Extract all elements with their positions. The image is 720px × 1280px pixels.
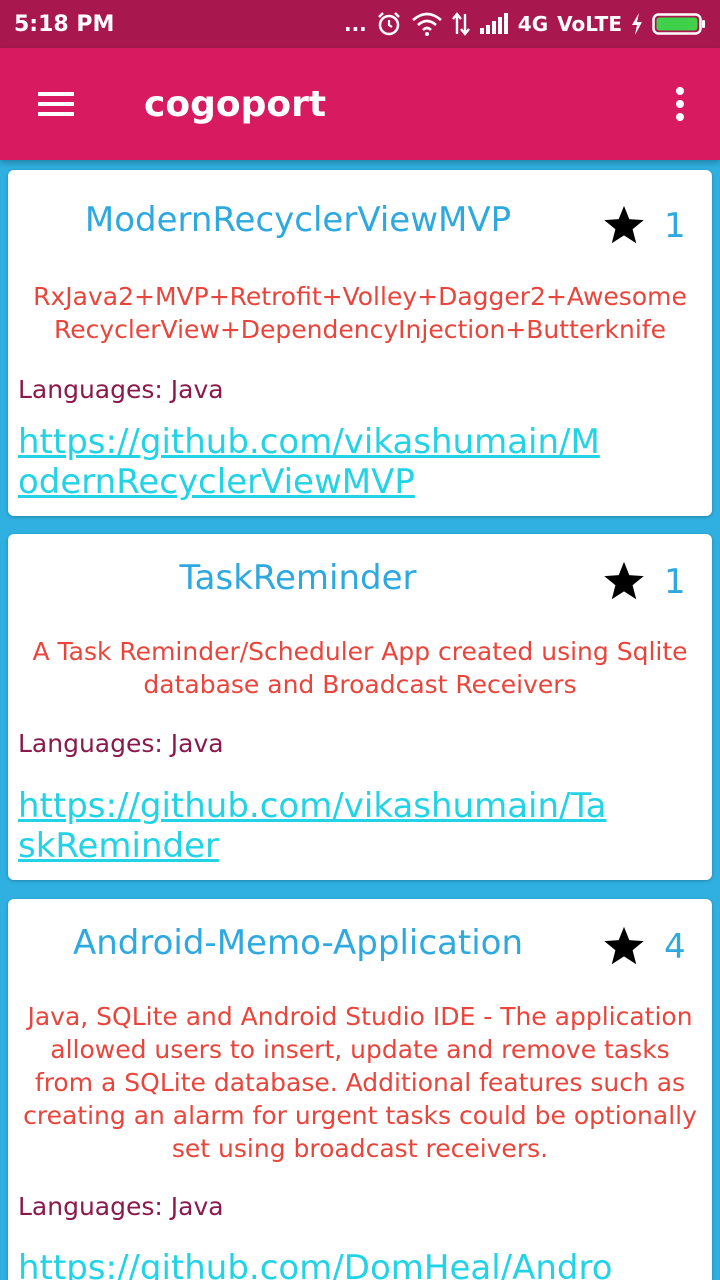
repo-languages: Languages: Java: [18, 1192, 224, 1221]
repo-name: TaskReminder: [179, 558, 417, 598]
star-icon[interactable]: [602, 560, 646, 606]
repo-card[interactable]: Android-Memo-Application 4 Java, SQLite …: [8, 899, 712, 1280]
charging-icon: [631, 13, 643, 35]
star-count: 4: [664, 927, 686, 967]
status-bar: 5:18 PM ... 4G VoLTE: [0, 0, 720, 48]
repo-card[interactable]: TaskReminder 1 A Task Reminder/Scheduler…: [8, 534, 712, 880]
more-notifications-icon: ...: [343, 12, 367, 36]
repo-link[interactable]: https://github.com/vikashumain/TaskRemin…: [18, 786, 618, 866]
app-title: cogoport: [144, 83, 327, 125]
network-type: 4G: [517, 12, 549, 36]
repo-description: A Task Reminder/Scheduler App created us…: [32, 637, 688, 699]
app-bar: cogoport: [0, 48, 720, 160]
star-icon[interactable]: [602, 925, 646, 971]
repo-card[interactable]: ModernRecyclerViewMVP 1 RxJava2+MVP+Retr…: [8, 170, 712, 516]
volte-label: VoLTE: [557, 12, 622, 36]
star-icon[interactable]: [602, 204, 646, 250]
repo-name: Android-Memo-Application: [72, 923, 524, 963]
star-count: 1: [664, 206, 686, 246]
repo-link[interactable]: https://github.com/DomHeal/Android-: [18, 1248, 618, 1280]
repo-description: RxJava2+MVP+Retrofit+Volley+Dagger2+Awes…: [33, 282, 687, 344]
more-vert-icon[interactable]: [640, 48, 720, 160]
repo-languages: Languages: Java: [18, 729, 224, 758]
repo-name: ModernRecyclerViewMVP: [84, 200, 512, 240]
repo-description: Java, SQLite and Android Studio IDE - Th…: [23, 1002, 697, 1163]
repo-link[interactable]: https://github.com/vikashumain/ModernRec…: [18, 422, 618, 502]
repo-list[interactable]: ModernRecyclerViewMVP 1 RxJava2+MVP+Retr…: [0, 160, 720, 1280]
data-arrows-icon: [451, 12, 470, 36]
alarm-icon: [376, 11, 402, 37]
star-count: 1: [664, 562, 686, 602]
wifi-icon: [411, 12, 443, 36]
battery-icon: [652, 12, 706, 36]
hamburger-menu-icon[interactable]: [0, 48, 112, 160]
status-icons: ... 4G VoLTE: [344, 11, 706, 37]
signal-icon: [479, 13, 509, 35]
status-time: 5:18 PM: [14, 11, 115, 37]
repo-languages: Languages: Java: [18, 375, 224, 404]
